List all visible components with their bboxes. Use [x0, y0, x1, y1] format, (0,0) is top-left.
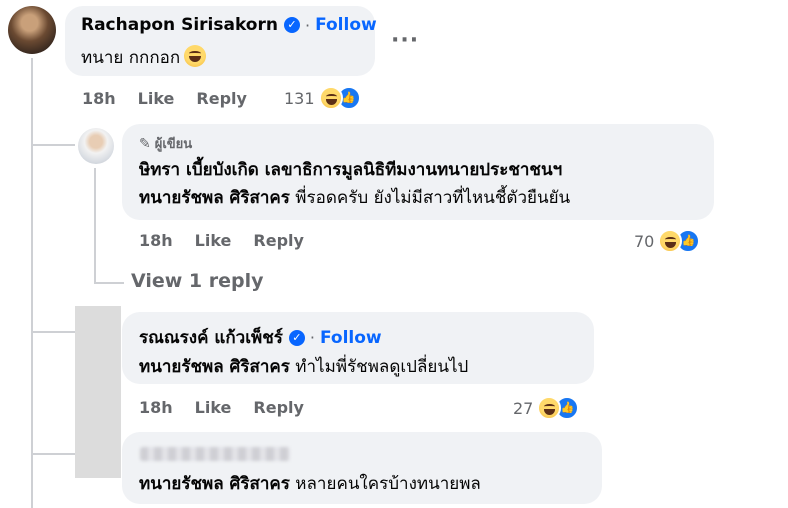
comment-text: ทนาย กกกอก: [81, 44, 207, 71]
thread-line-branch-3: [31, 453, 75, 455]
verified-badge-icon: ✓: [283, 17, 300, 33]
comment-actions: 18h Like Reply: [139, 398, 304, 417]
like-button[interactable]: Like: [195, 398, 232, 417]
reaction-count: 70: [634, 231, 655, 251]
haha-reaction-icon: [318, 86, 343, 110]
mention-link[interactable]: ทนายรัชพล ศิริสาคร: [139, 357, 290, 377]
thread-line-branch-1: [31, 144, 75, 146]
author-name[interactable]: Rachapon Sirisakorn: [81, 15, 278, 35]
avatar[interactable]: [78, 128, 114, 164]
pen-icon: ✎: [139, 135, 151, 152]
avatar[interactable]: [8, 6, 56, 54]
comment-actions: 18h Like Reply: [82, 89, 247, 108]
author-badge: ✎ ผู้เขียน: [139, 133, 192, 154]
timestamp[interactable]: 18h: [139, 398, 173, 417]
comment-actions: 18h Like Reply: [139, 231, 304, 250]
reaction-count: 27: [513, 398, 534, 418]
more-options-button[interactable]: ···: [391, 28, 419, 53]
timestamp[interactable]: 18h: [82, 89, 116, 108]
comment-text: ทนายรัชพล ศิริสาคร หลายคนใครบ้างทนายพล: [139, 470, 481, 497]
comment-text: ทนายรัชพล ศิริสาคร ทำไมพี่รัชพลดูเปลี่ยน…: [139, 353, 468, 380]
reply-button[interactable]: Reply: [253, 231, 304, 250]
follow-button[interactable]: Follow: [320, 328, 382, 348]
blurred-author-name: [140, 447, 290, 461]
separator-dot: ·: [309, 328, 315, 347]
mention-link[interactable]: ทนายรัชพล ศิริสาคร: [139, 474, 290, 494]
comment-header: Rachapon Sirisakorn ✓ · Follow: [81, 15, 377, 35]
like-button[interactable]: Like: [195, 231, 232, 250]
reaction-summary[interactable]: 27 👍: [513, 396, 580, 420]
comment-body: ทำไมพี่รัชพลดูเปลี่ยนไป: [289, 357, 469, 377]
reply-button[interactable]: Reply: [253, 398, 304, 417]
mention-link[interactable]: ทนายรัชพล ศิริสาคร: [139, 188, 290, 208]
blurred-avatar: [75, 306, 121, 478]
separator-dot: ·: [304, 15, 311, 35]
author-badge-label: ผู้เขียน: [154, 137, 193, 152]
reaction-count: 131: [284, 88, 315, 108]
view-replies-link[interactable]: View 1 reply: [131, 270, 264, 292]
like-button[interactable]: Like: [138, 89, 175, 108]
grinning-sweat-emoji-icon: [184, 45, 207, 67]
author-name[interactable]: รณณรงค์ แก้วเพ็ชร์: [139, 324, 283, 351]
timestamp[interactable]: 18h: [139, 231, 173, 250]
comment-body: ทนาย กกกอก: [81, 48, 181, 68]
thread-line-main: [31, 58, 33, 508]
comment-text: ทนายรัชพล ศิริสาคร พี่รอดครับ ยังไม่มีสา…: [139, 184, 570, 211]
comment-header: รณณรงค์ แก้วเพ็ชร์ ✓ · Follow: [139, 324, 382, 351]
reaction-summary[interactable]: 70 👍: [634, 229, 701, 253]
comment-body: พี่รอดครับ ยังไม่มีสาวที่ไหนชี้ตัวยืนยัน: [289, 188, 571, 208]
thread-line-branch-2: [31, 331, 75, 333]
verified-badge-icon: ✓: [288, 329, 305, 346]
follow-button[interactable]: Follow: [315, 15, 377, 35]
comment-body: หลายคนใครบ้างทนายพล: [289, 474, 481, 494]
thread-line-sub-branch: [94, 282, 124, 284]
reaction-summary[interactable]: 131 👍: [284, 86, 361, 110]
reply-button[interactable]: Reply: [196, 89, 247, 108]
thread-line-sub: [94, 168, 96, 284]
author-name[interactable]: ษิทรา เบี้ยบังเกิด เลขาธิการมูลนิธิทีมงา…: [139, 156, 562, 183]
